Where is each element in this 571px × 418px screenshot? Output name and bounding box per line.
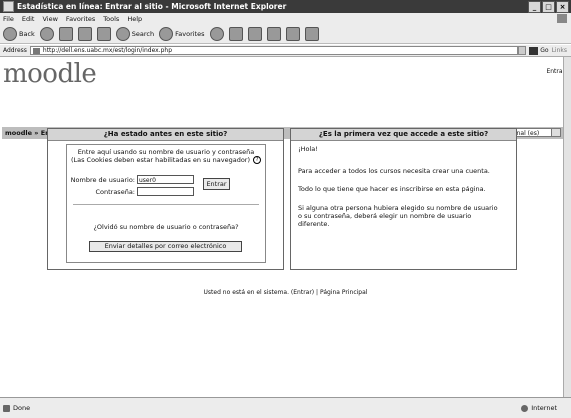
vertical-scrollbar[interactable] xyxy=(563,57,571,397)
window-title: Estadística en línea: Entrar al sitio - … xyxy=(17,2,287,11)
login-panel-heading: ¿Ha estado antes en este sitio? xyxy=(48,129,283,141)
page-done-icon xyxy=(3,404,10,412)
refresh-button[interactable] xyxy=(77,26,92,41)
login-submit-button[interactable]: Entrar xyxy=(203,178,230,190)
address-dropdown-button[interactable] xyxy=(518,46,527,55)
status-bar: Done Internet xyxy=(0,397,571,418)
signup-greeting: ¡Hola! xyxy=(298,145,318,153)
links-label[interactable]: Links xyxy=(552,47,571,54)
menu-tools[interactable]: Tools xyxy=(103,15,119,23)
address-bar: Address http://dell.ens.uabc.mx/est/logi… xyxy=(0,45,571,57)
star-icon xyxy=(159,26,174,41)
username-input[interactable]: user0 xyxy=(137,175,194,184)
status-done: Done xyxy=(0,404,30,412)
ie-app-icon xyxy=(3,1,14,12)
stop-button[interactable] xyxy=(58,26,73,41)
login-intro-line1: Entre aquí usando su nombre de usuario y… xyxy=(77,148,255,156)
address-url: http://dell.ens.uabc.mx/est/login/index.… xyxy=(42,47,173,54)
back-arrow-icon xyxy=(3,26,17,41)
edit-button[interactable] xyxy=(266,26,281,41)
login-intro-line2: (Las Cookies deben estar habilitadas en … xyxy=(70,156,251,164)
favorites-label: Favorites xyxy=(175,29,205,38)
go-arrow-icon xyxy=(529,46,539,55)
send-details-button[interactable]: Enviar detalles por correo electrónico xyxy=(89,241,242,252)
window-title-bar: Estadística en línea: Entrar al sitio - … xyxy=(0,0,571,13)
menu-view[interactable]: View xyxy=(42,15,57,23)
chevron-down-icon xyxy=(551,129,560,136)
back-button[interactable]: Back xyxy=(3,26,35,41)
page-icon xyxy=(32,48,40,54)
discuss-button[interactable] xyxy=(285,26,300,41)
address-label: Address xyxy=(3,47,27,54)
page-footer[interactable]: Usted no está en el sistema. (Entrar) | … xyxy=(0,289,571,296)
mail-button[interactable] xyxy=(228,26,243,41)
security-zone: Internet xyxy=(521,404,557,412)
signup-para2: Todo lo que tiene que hacer es inscribir… xyxy=(298,185,486,193)
home-button[interactable] xyxy=(96,26,111,41)
login-box: Entre aquí usando su nombre de usuario y… xyxy=(66,144,266,263)
windows-flag-icon xyxy=(557,14,567,23)
menu-file[interactable]: File xyxy=(3,15,14,23)
zone-text: Internet xyxy=(531,404,557,412)
username-row: Nombre de usuario: user0 xyxy=(67,175,194,184)
history-button[interactable] xyxy=(209,26,224,41)
search-label: Search xyxy=(131,29,155,38)
browser-toolbar: Back Search Favorites xyxy=(0,24,571,44)
help-icon[interactable]: ? xyxy=(253,156,262,164)
page-content: moodle Entrar moodle » Entrar al sitio E… xyxy=(0,57,571,397)
password-input[interactable] xyxy=(137,187,194,196)
favorites-button[interactable]: Favorites xyxy=(159,26,205,41)
search-icon xyxy=(115,26,130,41)
password-label: Contraseña: xyxy=(95,187,135,196)
menu-favorites[interactable]: Favorites xyxy=(66,15,95,23)
signup-panel: ¿Es la primera vez que accede a este sit… xyxy=(290,128,517,270)
minimize-button[interactable]: _ xyxy=(528,1,541,13)
close-button[interactable]: × xyxy=(556,1,569,13)
back-label: Back xyxy=(19,29,35,38)
go-label: Go xyxy=(540,47,549,54)
moodle-logo[interactable]: moodle xyxy=(3,59,97,89)
menu-help[interactable]: Help xyxy=(127,15,142,23)
menu-edit[interactable]: Edit xyxy=(22,15,35,23)
print-button[interactable] xyxy=(247,26,262,41)
globe-icon xyxy=(521,404,529,412)
login-intro: Entre aquí usando su nombre de usuario y… xyxy=(67,148,265,164)
go-button[interactable]: Go xyxy=(526,46,551,55)
login-panel: ¿Ha estado antes en este sitio? Entre aq… xyxy=(47,128,284,270)
password-row: Contraseña: xyxy=(67,187,194,196)
messenger-button[interactable] xyxy=(304,26,319,41)
login-divider xyxy=(73,204,259,205)
signup-para1: Para acceder a todos los cursos necesita… xyxy=(298,167,490,175)
username-label: Nombre de usuario: xyxy=(70,175,135,184)
maximize-button[interactable]: □ xyxy=(542,1,555,13)
address-input[interactable]: http://dell.ens.uabc.mx/est/login/index.… xyxy=(29,46,519,55)
forgot-password-text: ¿Olvidó su nombre de usuario o contraseñ… xyxy=(93,223,239,231)
search-button[interactable]: Search xyxy=(115,26,155,41)
menu-bar: File Edit View Favorites Tools Help xyxy=(0,13,571,24)
forward-button[interactable] xyxy=(39,26,54,41)
signup-para3: Si alguna otra persona hubiera elegido s… xyxy=(298,204,498,228)
status-text: Done xyxy=(13,404,31,412)
signup-panel-heading: ¿Es la primera vez que accede a este sit… xyxy=(291,129,516,141)
